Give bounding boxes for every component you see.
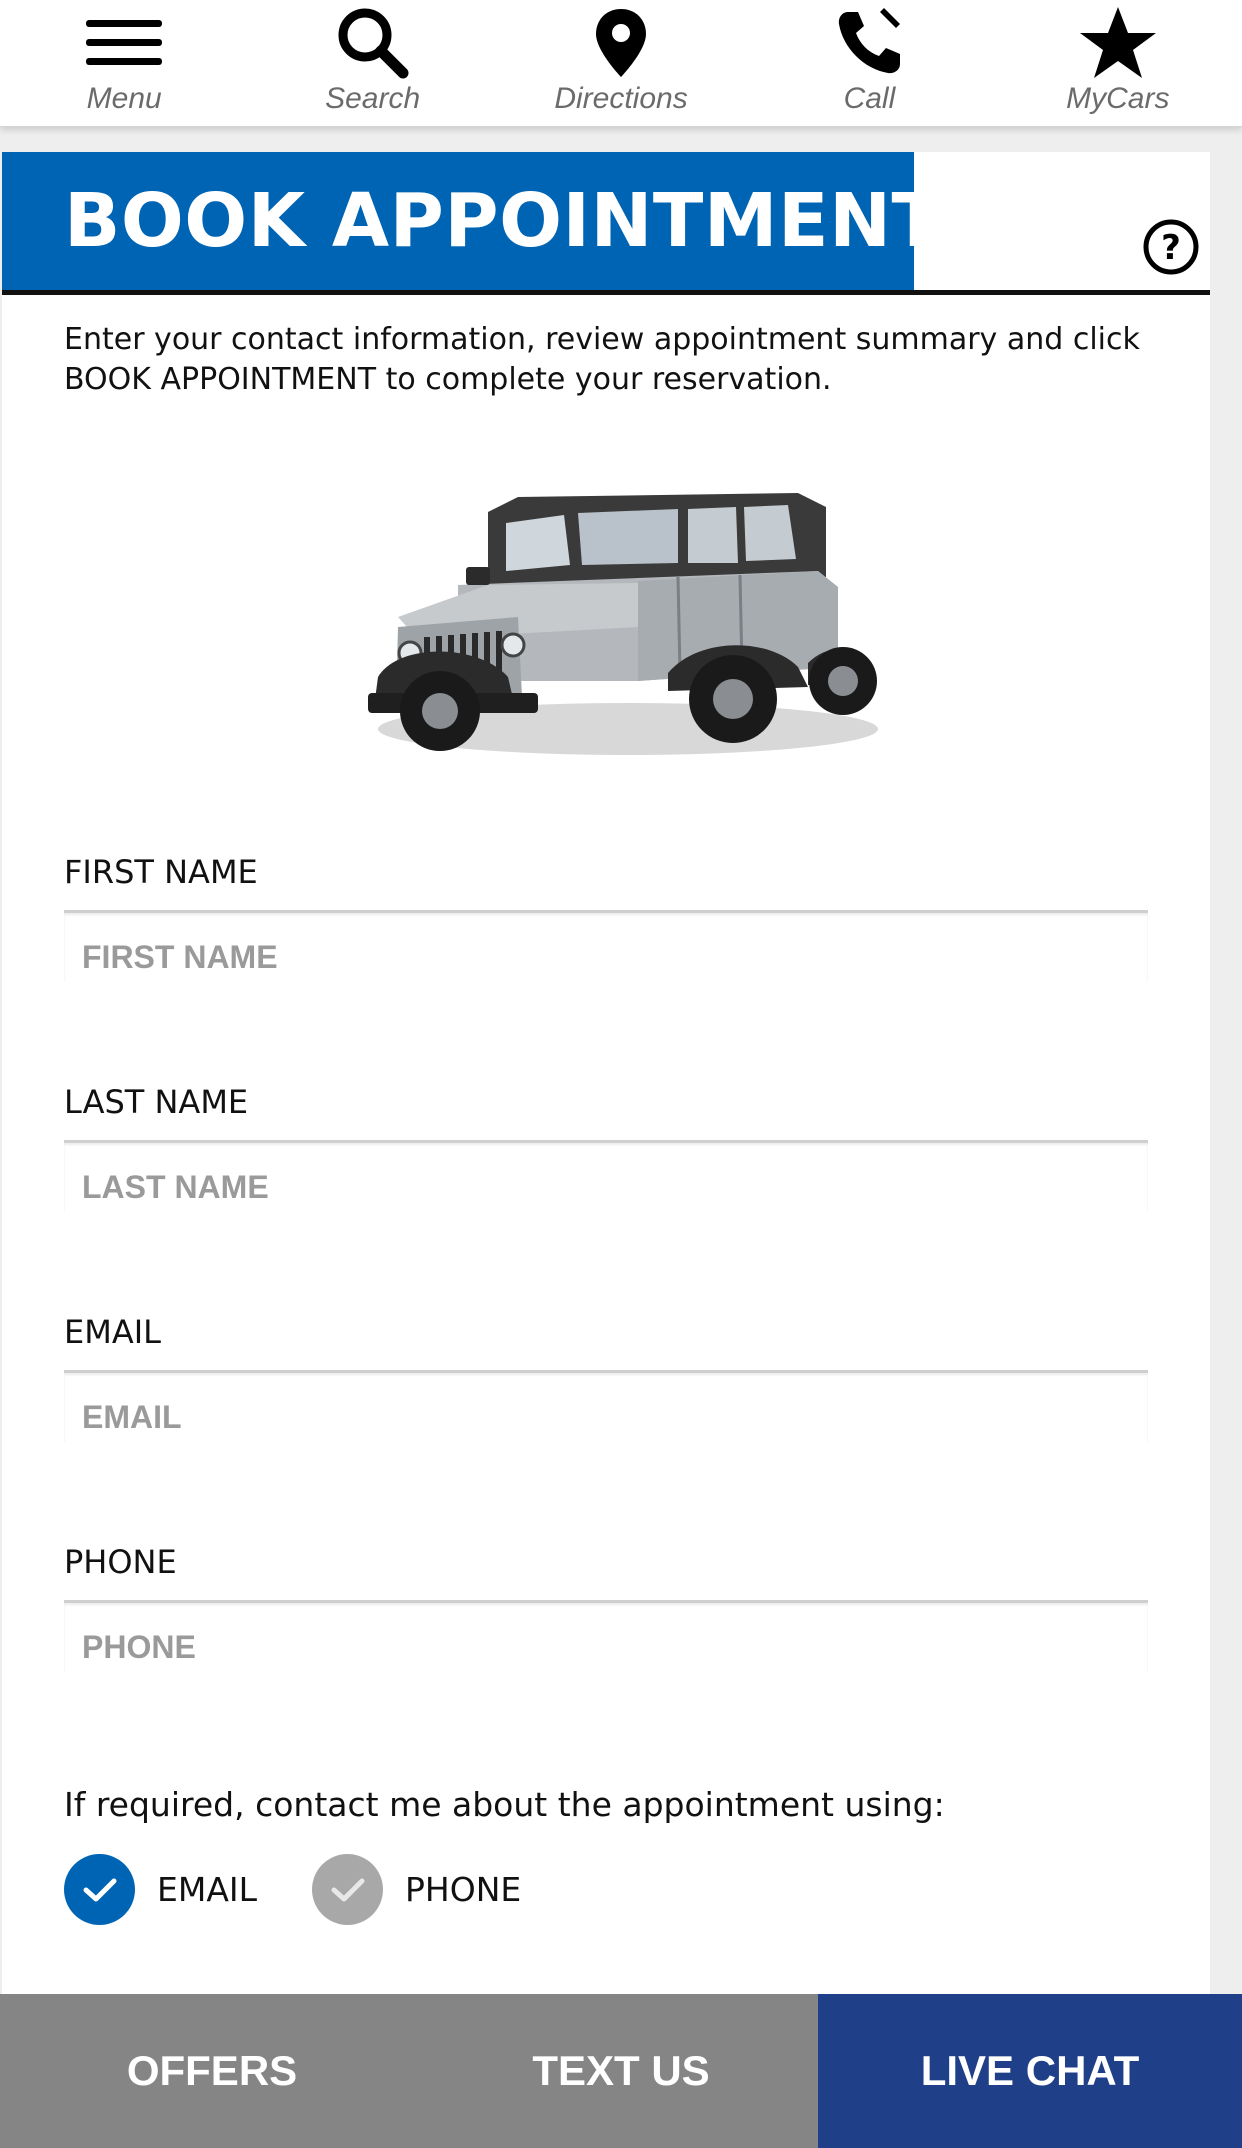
last-name-input[interactable]	[64, 1140, 1148, 1212]
page-title: BOOK APPOINTMENT	[64, 178, 943, 264]
first-name-label: FIRST NAME	[64, 853, 258, 891]
title-row: BOOK APPOINTMENT ?	[2, 152, 1210, 295]
phone-group: PHONE	[64, 1546, 1150, 1672]
intro-text: Enter your contact information, review a…	[64, 322, 1140, 397]
contact-option-email[interactable]: EMAIL	[64, 1854, 257, 1925]
nav-directions[interactable]: Directions	[497, 0, 745, 126]
checkmark-icon	[312, 1854, 383, 1925]
title-divider	[2, 290, 1210, 295]
nav-search[interactable]: Search	[248, 0, 496, 126]
phone-input[interactable]	[64, 1600, 1148, 1672]
vehicle-image	[338, 467, 898, 767]
search-icon	[335, 4, 411, 82]
contact-option-email-label: EMAIL	[157, 1870, 258, 1909]
nav-label-menu: Menu	[86, 82, 162, 115]
checkmark-icon	[64, 1854, 135, 1925]
last-name-group: LAST NAME	[64, 1086, 1150, 1212]
star-icon	[1079, 4, 1157, 82]
first-name-group: FIRST NAME	[64, 856, 1150, 982]
help-circle-icon[interactable]: ?	[1142, 218, 1200, 276]
offers-button[interactable]: OFFERS	[0, 1994, 424, 2148]
bottom-action-bar: OFFERS TEXT US LIVE CHAT	[0, 1994, 1242, 2148]
nav-label-directions: Directions	[554, 82, 688, 115]
contact-option-phone-label: PHONE	[405, 1870, 522, 1909]
svg-text:?: ?	[1161, 228, 1181, 268]
contact-preference-question: If required, contact me about the appoin…	[64, 1785, 945, 1824]
phone-label: PHONE	[64, 1543, 177, 1581]
map-pin-icon	[594, 4, 648, 82]
nav-mycars[interactable]: MyCars	[994, 0, 1242, 126]
title-banner: BOOK APPOINTMENT	[2, 152, 942, 290]
text-us-button[interactable]: TEXT US	[424, 1994, 818, 2148]
hamburger-icon	[86, 4, 163, 82]
top-nav: Menu Search Directions Call MyCars	[0, 0, 1242, 127]
nav-label-mycars: MyCars	[1066, 82, 1170, 115]
email-input[interactable]	[64, 1370, 1148, 1442]
nav-menu[interactable]: Menu	[0, 0, 248, 126]
nav-label-search: Search	[325, 82, 421, 115]
live-chat-button[interactable]: LIVE CHAT	[818, 1994, 1242, 2148]
phone-icon	[834, 4, 904, 82]
last-name-label: LAST NAME	[64, 1083, 249, 1121]
contact-option-phone[interactable]: PHONE	[312, 1854, 521, 1925]
email-group: EMAIL	[64, 1316, 1150, 1442]
nav-label-call: Call	[843, 82, 896, 115]
email-label: EMAIL	[64, 1313, 161, 1351]
first-name-input[interactable]	[64, 910, 1148, 982]
nav-call[interactable]: Call	[745, 0, 993, 126]
booking-card: BOOK APPOINTMENT ? Enter your contact in…	[2, 152, 1210, 1994]
